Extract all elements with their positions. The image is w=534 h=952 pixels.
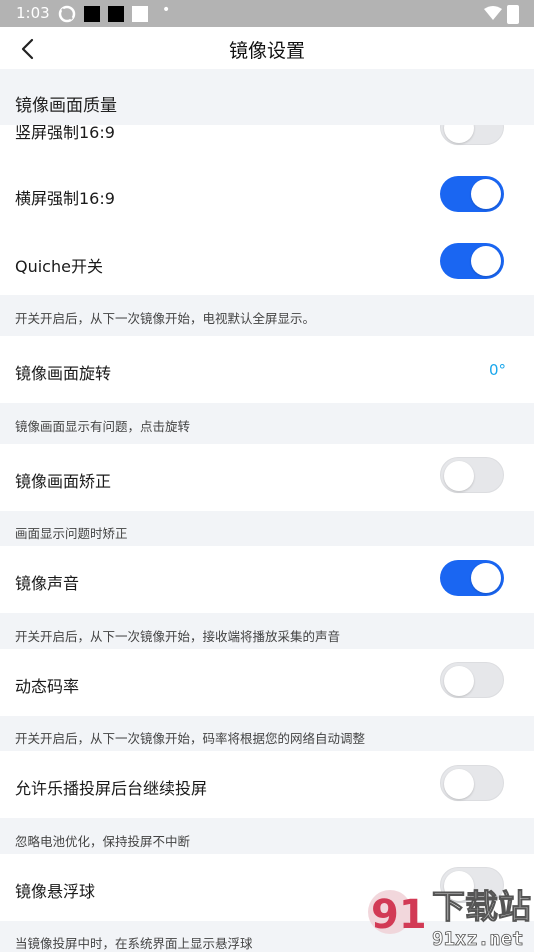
dynamic-bitrate-toggle[interactable]: [440, 662, 504, 698]
toggle-knob: [471, 246, 501, 276]
setting-row-quiche[interactable]: Quiche开关: [0, 227, 534, 295]
sync-icon: [58, 5, 76, 23]
setting-row-background-cast[interactable]: 允许乐播投屏后台继续投屏: [0, 751, 534, 818]
setting-label: 镜像悬浮球: [15, 882, 96, 901]
landscape-169-toggle[interactable]: [440, 176, 504, 212]
rotation-hint: 镜像画面显示有问题，点击旋转: [15, 419, 191, 434]
status-time: 1:03: [16, 4, 50, 22]
correction-toggle[interactable]: [440, 457, 504, 493]
setting-row-correction[interactable]: 镜像画面矫正: [0, 444, 534, 511]
top-app-bar: 镜像设置: [0, 27, 534, 69]
correction-hint: 画面显示问题时矫正: [15, 526, 128, 541]
floating-ball-hint: 当镜像投屏中时，在系统界面上显示悬浮球: [15, 936, 253, 951]
toggle-knob: [471, 179, 501, 209]
setting-label: 动态码率: [15, 677, 80, 696]
toggle-knob: [444, 461, 474, 491]
toggle-knob: [471, 563, 501, 593]
status-bar: 1:03 •: [0, 0, 534, 27]
quiche-hint: 开关开启后，从下一次镜像开始，电视默认全屏显示。: [15, 311, 316, 326]
setting-label: 允许乐播投屏后台继续投屏: [15, 779, 208, 798]
setting-row-landscape-169[interactable]: 横屏强制16:9: [0, 159, 534, 227]
setting-label: 横屏强制16:9: [15, 189, 115, 208]
watermark-url-text: 91xz.net: [432, 928, 524, 950]
toggle-knob: [444, 666, 474, 696]
notification-icon: [132, 6, 148, 22]
setting-row-sound[interactable]: 镜像声音: [0, 546, 534, 613]
setting-row-rotation[interactable]: 镜像画面旋转 0°: [0, 336, 534, 403]
setting-row-dynamic-bitrate[interactable]: 动态码率: [0, 649, 534, 716]
rotation-value[interactable]: 0°: [489, 361, 506, 379]
setting-label: 镜像声音: [15, 574, 80, 593]
toggle-knob: [444, 769, 474, 799]
svg-text:91: 91: [371, 892, 427, 938]
sound-toggle[interactable]: [440, 560, 504, 596]
battery-icon: [507, 5, 519, 24]
watermark-logo: 91 下载站 91xz.net: [368, 887, 532, 950]
dynamic-bitrate-hint: 开关开启后，从下一次镜像开始，码率将根据您的网络自动调整: [15, 731, 366, 746]
section-header: 镜像画面质量: [0, 69, 534, 125]
sound-hint: 开关开启后，从下一次镜像开始，接收端将播放采集的声音: [15, 629, 341, 644]
wifi-icon: [484, 6, 502, 20]
notification-icon: [84, 6, 100, 22]
watermark-cn-text: 下载站: [432, 887, 531, 926]
more-notifications-icon: •: [162, 2, 171, 18]
page-title: 镜像设置: [228, 40, 305, 62]
background-cast-hint: 忽略电池优化，保持投屏不中断: [15, 834, 191, 849]
quiche-toggle[interactable]: [440, 243, 504, 279]
setting-label: Quiche开关: [15, 257, 103, 276]
setting-label: 镜像画面矫正: [15, 472, 112, 491]
section-title: 镜像画面质量: [15, 96, 117, 116]
background-cast-toggle[interactable]: [440, 765, 504, 801]
setting-label: 镜像画面旋转: [15, 364, 112, 383]
notification-icon: [108, 6, 124, 22]
